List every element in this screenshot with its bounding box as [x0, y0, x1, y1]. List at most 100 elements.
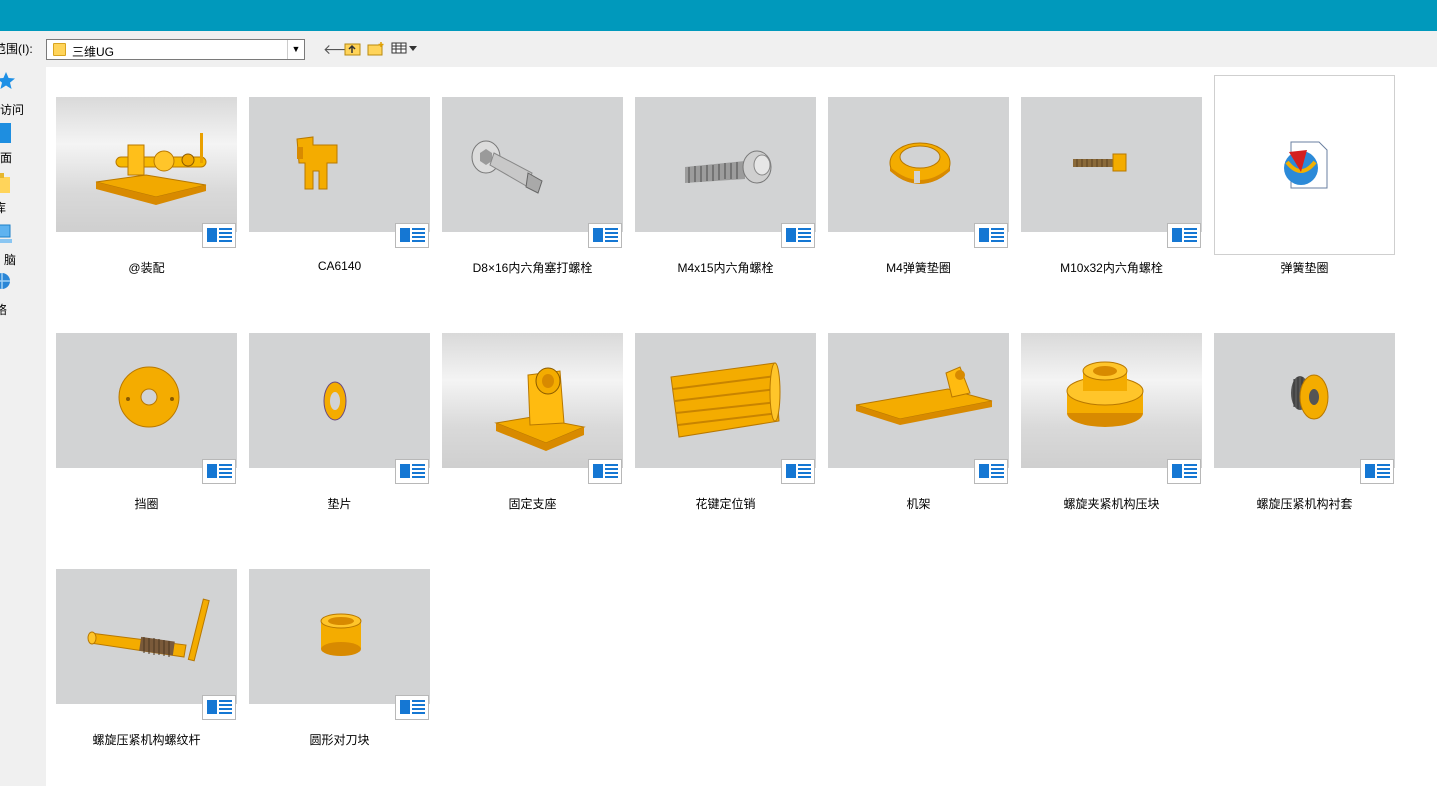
- file-thumbnail: [442, 97, 623, 232]
- nx-file-type-icon: [1167, 459, 1201, 484]
- nx-file-type-icon: [588, 223, 622, 248]
- shoulder-bolt-part-image: [471, 140, 543, 194]
- frame-part-image: [855, 366, 993, 425]
- look-in-label: 范围(I):: [0, 42, 33, 56]
- nx-document-icon: [1284, 141, 1328, 189]
- file-name: 机架: [906, 497, 931, 511]
- file-item[interactable]: 花键定位销: [635, 333, 816, 533]
- file-thumbnail: [635, 97, 816, 232]
- fixed-support-part-image: [494, 367, 586, 451]
- file-name: 螺旋压紧机构衬套: [1256, 497, 1353, 511]
- file-name: CA6140: [317, 259, 362, 273]
- file-item[interactable]: 螺旋夹紧机构压块: [1021, 333, 1202, 533]
- sidebar-item-label: 访问: [0, 103, 25, 117]
- chevron-down-icon[interactable]: ▼: [287, 40, 304, 59]
- file-thumbnail: [1021, 333, 1202, 468]
- small-bolt-part-image: [1073, 153, 1127, 172]
- nx-file-type-icon: [1167, 223, 1201, 248]
- hex-bolt-part-image: [685, 150, 772, 184]
- sidebar-item-desktop[interactable]: 面: [0, 123, 46, 169]
- nx-file-type-icon: [202, 459, 236, 484]
- file-name: D8×16内六角塞打螺栓: [472, 261, 593, 275]
- file-name: 固定支座: [508, 497, 557, 511]
- file-name: M10x32内六角螺栓: [1060, 261, 1163, 275]
- spline-pin-part-image: [670, 362, 781, 438]
- nx-file-type-icon: [974, 459, 1008, 484]
- retaining-ring-part-image: [118, 366, 180, 428]
- file-name: 垫片: [327, 497, 352, 511]
- ca6140-part-image: [296, 136, 338, 190]
- nx-file-type-icon: [395, 695, 429, 720]
- file-thumbnail: [1214, 333, 1395, 468]
- file-item[interactable]: 挡圈: [56, 333, 237, 533]
- file-item[interactable]: 螺旋压紧机构衬套: [1214, 333, 1395, 533]
- file-thumbnail: [249, 333, 430, 468]
- file-item[interactable]: 圆形对刀块: [249, 569, 430, 769]
- file-thumbnail: [56, 97, 237, 232]
- file-name: 螺旋夹紧机构压块: [1063, 497, 1160, 511]
- file-item[interactable]: M4弹簧垫圈: [828, 97, 1009, 297]
- file-name: 弹簧垫圈: [1280, 261, 1329, 275]
- file-thumbnail: [249, 569, 430, 704]
- sidebar-item-library[interactable]: 库: [0, 173, 46, 215]
- nx-file-type-icon: [781, 223, 815, 248]
- file-name: 圆形对刀块: [309, 733, 370, 747]
- file-item[interactable]: 螺旋压紧机构螺纹杆: [56, 569, 237, 769]
- sidebar-item-label: 面: [0, 151, 13, 165]
- computer-icon: [0, 224, 12, 243]
- file-thumbnail: [1214, 75, 1395, 255]
- file-thumbnail: [635, 333, 816, 468]
- assembly-part-image: [95, 133, 207, 205]
- star-icon: [0, 72, 15, 89]
- sidebar-item-computer[interactable]: 脑: [0, 223, 46, 267]
- library-icon: [0, 173, 10, 193]
- nx-file-type-icon: [1360, 459, 1394, 484]
- file-item[interactable]: 弹簧垫圈: [1214, 75, 1395, 297]
- file-item[interactable]: 垫片: [249, 333, 430, 533]
- bushing-part-image: [1291, 374, 1329, 420]
- new-folder-icon[interactable]: [367, 41, 385, 59]
- file-name: 花键定位销: [695, 497, 756, 511]
- file-thumbnail: [56, 569, 237, 704]
- sidebar-item-label: 库: [0, 201, 7, 215]
- nx-file-type-icon: [395, 459, 429, 484]
- view-menu-icon[interactable]: [391, 41, 419, 58]
- network-icon: [0, 273, 10, 289]
- places-sidebar: 访问 面 库 脑 络: [0, 67, 46, 786]
- sidebar-item-label: 脑: [4, 253, 17, 267]
- file-item[interactable]: M4x15内六角螺栓: [635, 97, 816, 297]
- folder-icon: [53, 43, 66, 56]
- nx-file-type-icon: [781, 459, 815, 484]
- up-folder-icon[interactable]: [344, 41, 361, 59]
- nx-file-type-icon: [202, 223, 236, 248]
- file-thumbnail: [442, 333, 623, 468]
- file-item[interactable]: CA6140: [249, 97, 430, 297]
- file-name: @装配: [128, 261, 165, 275]
- file-thumbnail: [1021, 97, 1202, 232]
- sidebar-item-label: 络: [0, 303, 8, 317]
- gasket-part-image: [323, 381, 347, 421]
- nx-file-type-icon: [588, 459, 622, 484]
- file-item[interactable]: M10x32内六角螺栓: [1021, 97, 1202, 297]
- toolbar: 范围(I): 三维UG ▼ 🡐: [0, 31, 1437, 67]
- file-thumbnail: [249, 97, 430, 232]
- file-item[interactable]: 机架: [828, 333, 1009, 533]
- sidebar-item-quick-access[interactable]: 访问: [0, 71, 46, 117]
- spring-washer-part-image: [889, 142, 951, 184]
- file-name: M4弹簧垫圈: [886, 261, 951, 275]
- tool-block-part-image: [320, 613, 362, 656]
- sidebar-item-network[interactable]: 络: [0, 271, 46, 317]
- file-name: M4x15内六角螺栓: [677, 261, 774, 275]
- press-block-part-image: [1066, 361, 1144, 427]
- file-item[interactable]: @装配: [56, 97, 237, 297]
- file-item[interactable]: 固定支座: [442, 333, 623, 533]
- file-item[interactable]: D8×16内六角塞打螺栓: [442, 97, 623, 297]
- file-thumbnail: [828, 97, 1009, 232]
- location-combobox[interactable]: 三维UG ▼: [46, 39, 305, 60]
- file-name: 挡圈: [134, 497, 159, 511]
- nx-file-type-icon: [202, 695, 236, 720]
- file-thumbnail: [56, 333, 237, 468]
- file-thumbnail: [828, 333, 1009, 468]
- window-title-bar: [0, 0, 1437, 31]
- file-name: 螺旋压紧机构螺纹杆: [92, 733, 201, 747]
